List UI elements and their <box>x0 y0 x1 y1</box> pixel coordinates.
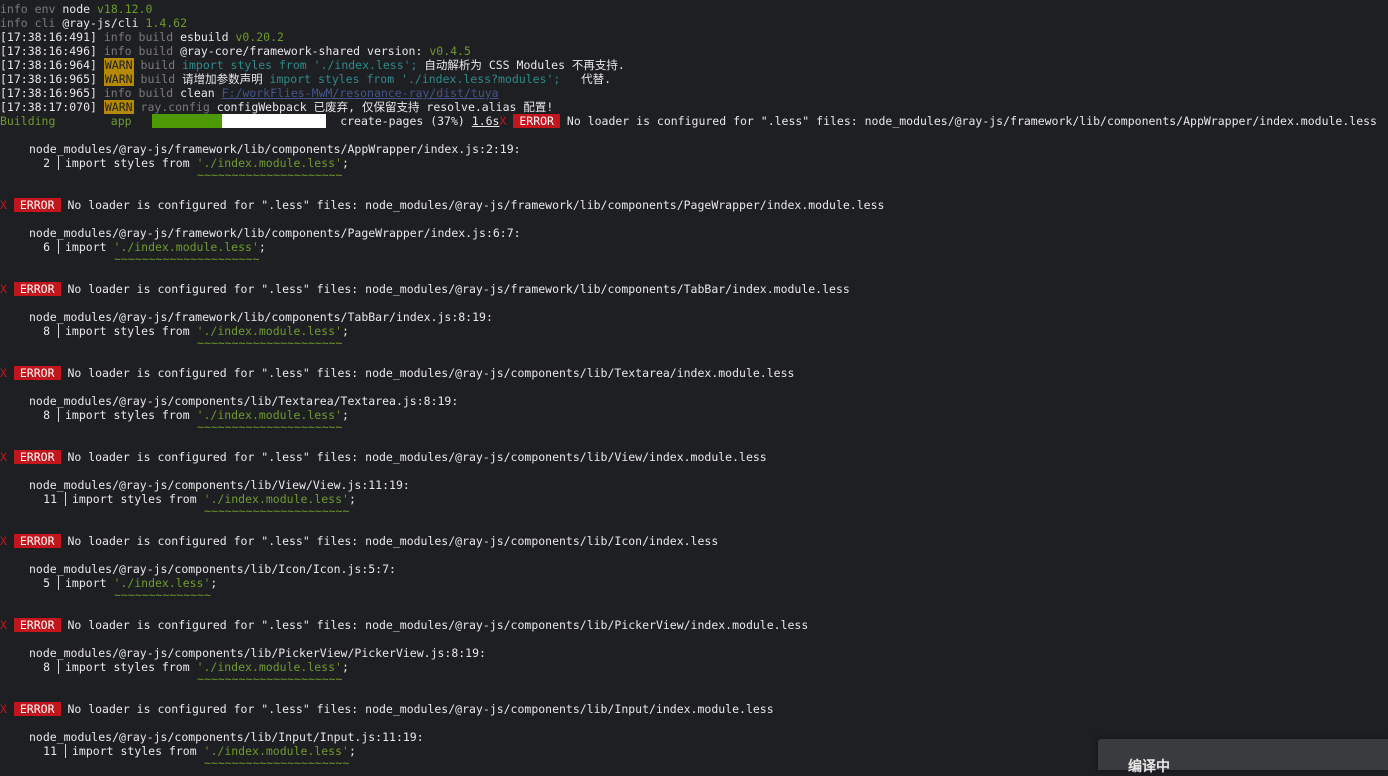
error-message: No loader is configured for ".less" file… <box>67 366 795 380</box>
log-line-esbuild: [17:38:16:491] info build esbuild v0.20.… <box>0 30 284 44</box>
error-header-line: X ERROR No loader is configured for ".le… <box>0 534 718 548</box>
error-message: No loader is configured for ".less" file… <box>67 618 809 632</box>
error-message: No loader is configured for ".less" file… <box>67 702 774 716</box>
error-x-icon: X <box>499 114 507 128</box>
error-x-icon: X <box>0 534 7 548</box>
error-location[interactable]: node_modules/@ray-js/components/lib/Inpu… <box>29 730 424 744</box>
log-line-warn-param: [17:38:16:965] WARN build 请增加参数声明 import… <box>0 72 612 86</box>
code-gutter <box>58 324 59 338</box>
error-x-icon: X <box>0 366 7 380</box>
error-badge: ERROR <box>13 366 61 380</box>
error-header-line: X ERROR No loader is configured for ".le… <box>0 198 884 212</box>
line-number: 8 <box>43 660 50 674</box>
error-badge: ERROR <box>13 282 61 296</box>
code-gutter <box>65 492 66 506</box>
error-squiggle: ~~~~~~~~~~~~~~~~~~~~~ <box>197 168 343 182</box>
error-header-line: X ERROR No loader is configured for ".le… <box>0 702 774 716</box>
error-squiggle: ~~~~~~~~~~~~~~~~~~~~~ <box>197 336 343 350</box>
error-location[interactable]: node_modules/@ray-js/framework/lib/compo… <box>29 226 521 240</box>
error-badge: ERROR <box>13 702 61 716</box>
error-badge: ERROR <box>513 114 560 128</box>
error-x-icon: X <box>0 618 7 632</box>
error-x-icon: X <box>0 198 7 212</box>
error-message: No loader is configured for ".less" file… <box>67 534 719 548</box>
code-gutter <box>58 156 59 170</box>
error-badge: ERROR <box>13 618 61 632</box>
error-message: No loader is configured for ".less" file… <box>67 198 885 212</box>
error-header-line: X ERROR No loader is configured for ".le… <box>0 282 850 296</box>
build-progress-line: Building app create-pages (37%) 1.6sX ER… <box>0 114 1377 128</box>
error-squiggle: ~~~~~~~~~~~~~~ <box>114 588 211 602</box>
code-gutter <box>58 240 59 254</box>
progress-bar <box>152 114 327 128</box>
code-gutter <box>58 576 59 590</box>
line-number: 8 <box>43 408 50 422</box>
line-number: 5 <box>43 576 50 590</box>
compiling-toast[interactable]: 编译中 <box>1098 739 1388 774</box>
terminal-output: info env node v18.12.0 info cli @ray-js/… <box>0 0 1388 770</box>
line-number: 2 <box>43 156 50 170</box>
line-number: 11 <box>43 744 57 758</box>
error-squiggle: ~~~~~~~~~~~~~~~~~~~~~ <box>197 672 343 686</box>
error-badge: ERROR <box>13 198 61 212</box>
error-header-line: X ERROR No loader is configured for ".le… <box>0 366 794 380</box>
error-location[interactable]: node_modules/@ray-js/components/lib/View… <box>29 478 410 492</box>
toast-label: 编译中 <box>1128 758 1170 774</box>
line-number: 6 <box>43 240 50 254</box>
error-badge: ERROR <box>13 450 61 464</box>
progress-bar-track <box>222 114 327 128</box>
log-line-warn-css-modules: [17:38:16:964] WARN build import styles … <box>0 58 625 72</box>
warn-badge: WARN <box>103 72 134 86</box>
log-line-cli: info cli @ray-js/cli 1.4.62 <box>0 16 188 30</box>
warn-badge: WARN <box>103 58 134 72</box>
line-number: 8 <box>43 324 50 338</box>
log-line-framework: [17:38:16:496] info build @ray-core/fram… <box>0 44 471 58</box>
error-location[interactable]: node_modules/@ray-js/components/lib/Pick… <box>29 646 486 660</box>
error-message: No loader is configured for ".less" file… <box>67 282 850 296</box>
code-gutter <box>58 408 59 422</box>
error-header-line: X ERROR No loader is configured for ".le… <box>0 450 767 464</box>
code-gutter <box>58 660 59 674</box>
error-badge: ERROR <box>13 534 61 548</box>
code-gutter <box>65 744 66 758</box>
error-location[interactable]: node_modules/@ray-js/components/lib/Text… <box>29 394 458 408</box>
error-x-icon: X <box>0 702 7 716</box>
error-squiggle: ~~~~~~~~~~~~~~~~~~~~~ <box>197 420 343 434</box>
progress-bar-fill <box>152 114 223 128</box>
line-number: 11 <box>43 492 57 506</box>
error-location[interactable]: node_modules/@ray-js/components/lib/Icon… <box>29 562 396 576</box>
dist-path-link[interactable]: F:/workFlies-MwM/resonance-ray/dist/tuya <box>222 86 499 100</box>
log-line-warn-config: [17:38:17:070] WARN ray.config configWeb… <box>0 100 554 114</box>
error-location[interactable]: node_modules/@ray-js/framework/lib/compo… <box>29 310 493 324</box>
log-line-env: info env node v18.12.0 <box>0 2 153 16</box>
error-x-icon: X <box>0 282 7 296</box>
error-squiggle: ~~~~~~~~~~~~~~~~~~~~~ <box>204 504 350 518</box>
log-line-clean: [17:38:16:965] info build clean F:/workF… <box>0 86 499 100</box>
error-header-line: X ERROR No loader is configured for ".le… <box>0 618 808 632</box>
warn-badge: WARN <box>103 100 134 114</box>
error-squiggle: ~~~~~~~~~~~~~~~~~~~~~ <box>114 252 260 266</box>
error-message: No loader is configured for ".less" file… <box>67 450 767 464</box>
error-location[interactable]: node_modules/@ray-js/framework/lib/compo… <box>29 142 521 156</box>
error-x-icon: X <box>0 450 7 464</box>
